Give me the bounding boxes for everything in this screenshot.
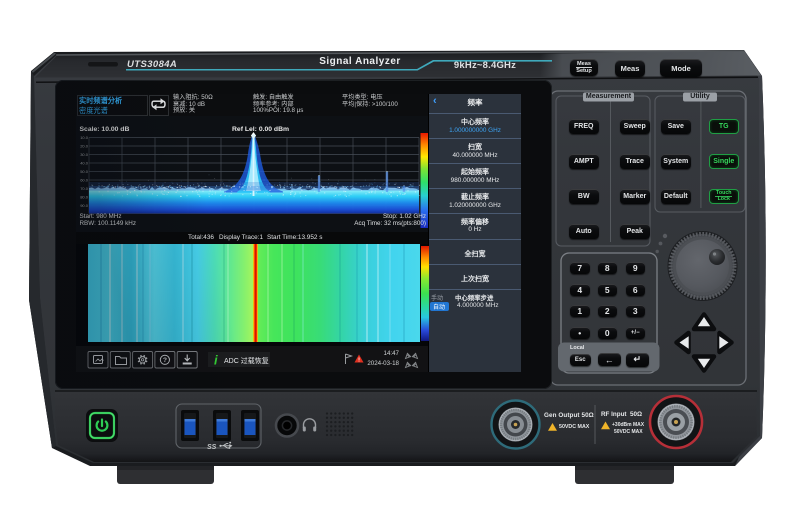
svg-text:SS: SS: [207, 444, 217, 451]
